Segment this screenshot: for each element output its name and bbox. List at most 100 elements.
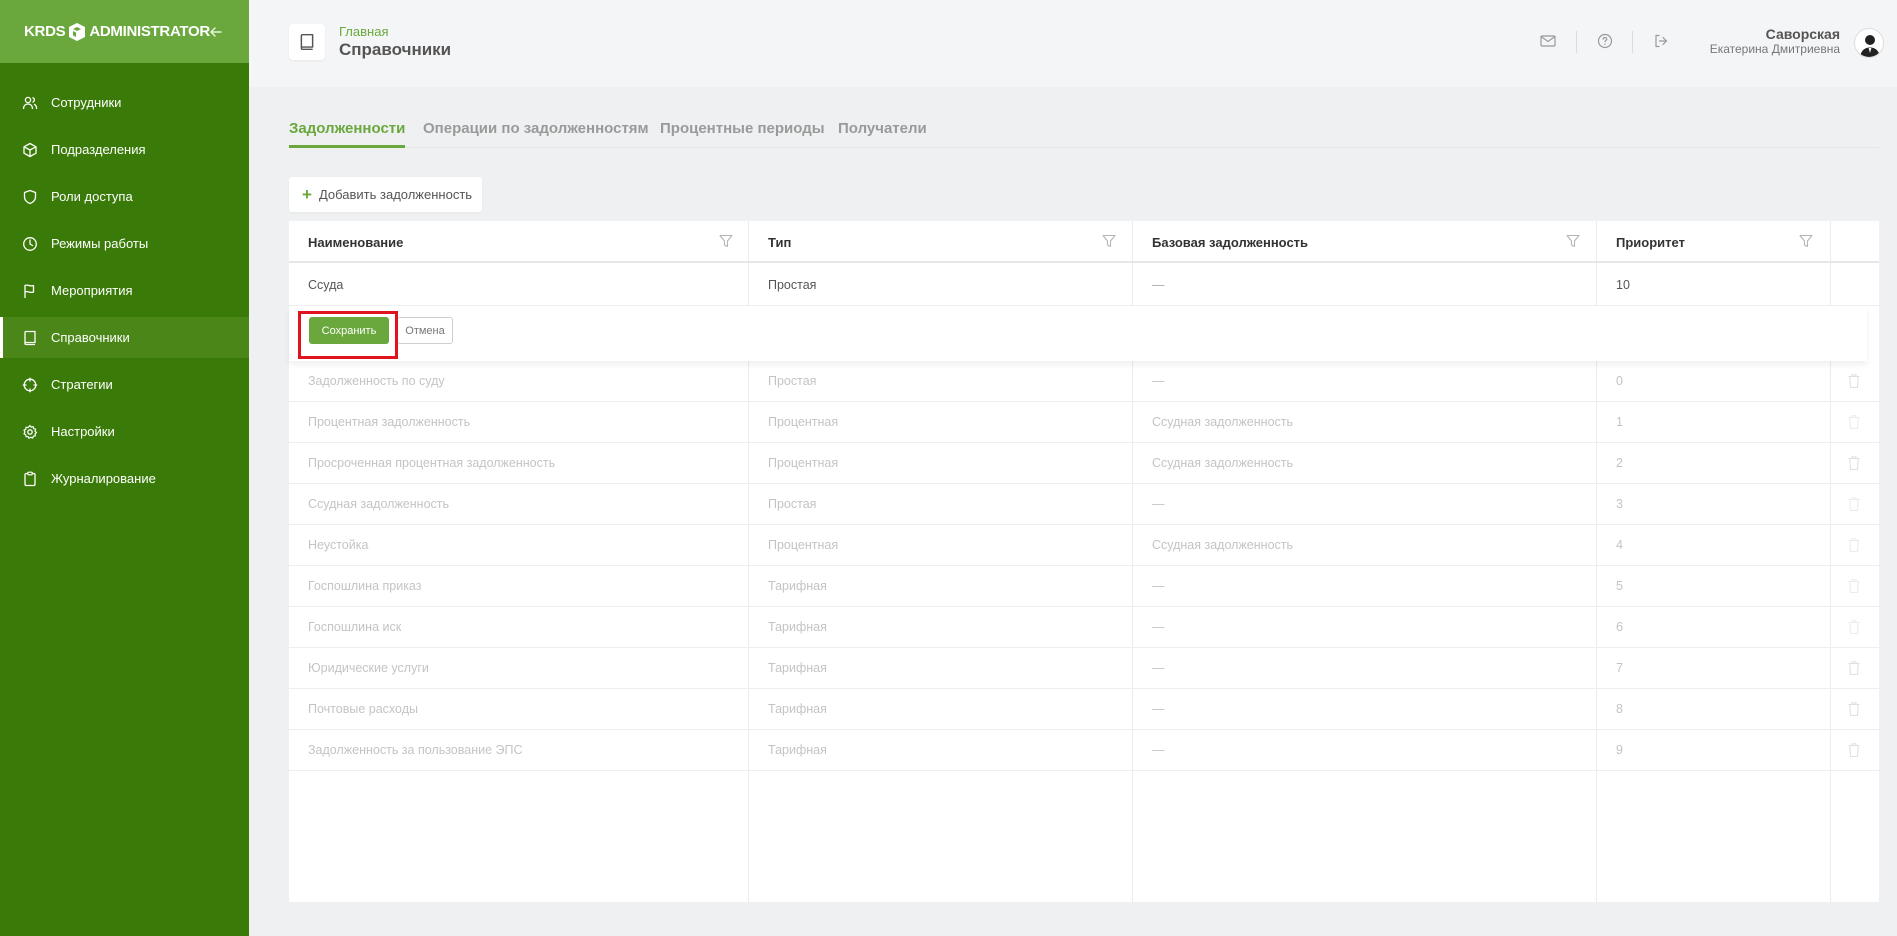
filter-icon[interactable] <box>719 234 733 248</box>
cell-name: Ссудная задолженность <box>308 497 450 511</box>
cell-base-debt: Ссудная задолженность <box>1152 456 1294 470</box>
sidebar-item-label: Стратегии <box>51 377 113 392</box>
cell-type: Тарифная <box>768 620 827 634</box>
user-avatar-icon <box>1860 35 1880 57</box>
cell-base-debt: — <box>1152 620 1165 634</box>
debts-table: Наименование Тип Базовая задолженность П… <box>289 221 1879 902</box>
arrow-left-icon <box>210 27 222 37</box>
crosshair-icon <box>22 377 38 393</box>
trash-icon[interactable] <box>1847 578 1861 594</box>
sidebar-item-access-roles[interactable]: Роли доступа <box>0 176 249 217</box>
sidebar-item-strategies[interactable]: Стратегии <box>0 364 249 405</box>
clock-icon <box>22 236 38 252</box>
cell-base-debt: — <box>1152 661 1165 675</box>
trash-icon[interactable] <box>1847 619 1861 635</box>
sidebar-item-employees[interactable]: Сотрудники <box>0 82 249 123</box>
logout-button[interactable] <box>1651 31 1671 51</box>
mail-icon <box>1540 35 1556 47</box>
logout-icon <box>1655 34 1668 48</box>
cell-base-debt: — <box>1152 374 1165 388</box>
sidebar-item-label: Роли доступа <box>51 189 133 204</box>
sidebar-item-events[interactable]: Мероприятия <box>0 270 249 311</box>
help-button[interactable] <box>1595 31 1615 51</box>
table-row[interactable]: Задолженность за пользование ЭПС Тарифна… <box>289 730 1879 771</box>
cell-name: Просроченная процентная задолженность <box>308 456 556 470</box>
shield-icon <box>22 189 38 205</box>
collapse-sidebar-button[interactable] <box>205 21 227 43</box>
sidebar: KRDS ADMINISTRATOR Сотрудники Подразделе… <box>0 0 249 936</box>
cell-base-debt: — <box>1152 579 1165 593</box>
tab-recipients[interactable]: Получатели <box>838 120 927 148</box>
help-icon <box>1597 33 1613 49</box>
sidebar-item-directories[interactable]: Справочники <box>0 317 249 358</box>
cell-type: Процентная <box>768 415 839 429</box>
plus-icon: + <box>302 185 312 204</box>
column-header-name: Наименование <box>308 235 404 250</box>
trash-icon[interactable] <box>1847 373 1861 389</box>
tab-debt-operations[interactable]: Операции по задолженностям <box>423 120 649 148</box>
cell-priority[interactable]: 10 <box>1616 278 1630 292</box>
trash-icon[interactable] <box>1847 537 1861 553</box>
header-divider <box>1576 31 1577 53</box>
tab-interest-periods[interactable]: Процентные периоды <box>660 120 825 148</box>
save-button[interactable]: Сохранить <box>309 317 389 344</box>
breadcrumb-home-link[interactable]: Главная <box>339 24 388 39</box>
table-row[interactable]: Госпошлина иск Тарифная — 6 <box>289 607 1879 648</box>
filter-icon[interactable] <box>1566 234 1580 248</box>
cancel-button[interactable]: Отмена <box>397 317 453 344</box>
table-row[interactable]: Процентная задолженность Процентная Ссуд… <box>289 402 1879 443</box>
cell-type[interactable]: Простая <box>768 278 816 292</box>
cell-type: Простая <box>768 497 817 511</box>
cell-name: Процентная задолженность <box>308 415 471 429</box>
logo-text-right: ADMINISTRATOR <box>89 23 210 40</box>
mail-button[interactable] <box>1538 31 1558 51</box>
trash-icon[interactable] <box>1847 496 1861 512</box>
table-row[interactable]: Госпошлина приказ Тарифная — 5 <box>289 566 1879 607</box>
cube-icon <box>22 142 38 158</box>
trash-icon[interactable] <box>1847 701 1861 717</box>
add-debt-label: Добавить задолженность <box>318 187 473 202</box>
table-row[interactable]: Неустойка Процентная Ссудная задолженнос… <box>289 525 1879 566</box>
table-row[interactable]: Почтовые расходы Тарифная — 8 <box>289 689 1879 730</box>
cell-name: Госпошлина иск <box>308 620 402 634</box>
add-debt-button[interactable]: + Добавить задолженность <box>289 177 482 212</box>
cell-priority: 0 <box>1616 374 1623 388</box>
trash-icon[interactable] <box>1847 660 1861 676</box>
cell-name: Госпошлина приказ <box>308 579 422 593</box>
cell-name: Задолженность за пользование ЭПС <box>308 743 523 757</box>
cell-priority: 5 <box>1616 579 1623 593</box>
sidebar-item-work-modes[interactable]: Режимы работы <box>0 223 249 264</box>
cell-type: Тарифная <box>768 579 827 593</box>
trash-icon[interactable] <box>1847 414 1861 430</box>
trash-icon[interactable] <box>1847 455 1861 471</box>
cell-base-debt: Ссудная задолженность <box>1152 415 1294 429</box>
filter-icon[interactable] <box>1102 234 1116 248</box>
table-row-editing[interactable]: Ссуда Простая — 10 <box>289 265 1879 306</box>
table-row[interactable]: Юридические услуги Тарифная — 7 <box>289 648 1879 689</box>
sidebar-item-departments[interactable]: Подразделения <box>0 129 249 170</box>
filter-icon[interactable] <box>1799 234 1813 248</box>
cell-priority: 7 <box>1616 661 1623 675</box>
table-row[interactable]: Задолженность по суду Простая — 0 <box>289 361 1879 402</box>
edit-actions-panel: Сохранить Отмена <box>289 306 1867 361</box>
sidebar-item-label: Журналирование <box>51 471 156 486</box>
cell-type: Тарифная <box>768 702 827 716</box>
cell-priority: 3 <box>1616 497 1623 511</box>
sidebar-header: KRDS ADMINISTRATOR <box>0 0 249 63</box>
cell-name[interactable]: Ссуда <box>308 278 343 292</box>
cell-priority: 8 <box>1616 702 1623 716</box>
sidebar-item-logging[interactable]: Журналирование <box>0 458 249 499</box>
tab-debts[interactable]: Задолженности <box>289 120 406 148</box>
sidebar-item-settings[interactable]: Настройки <box>0 411 249 452</box>
table-row[interactable]: Просроченная процентная задолженность Пр… <box>289 443 1879 484</box>
cell-base-debt[interactable]: — <box>1152 278 1165 292</box>
sidebar-nav: Сотрудники Подразделения Роли доступа Ре… <box>0 82 249 499</box>
user-avatar[interactable] <box>1854 28 1884 58</box>
cell-type: Процентная <box>768 456 839 470</box>
trash-icon[interactable] <box>1847 742 1861 758</box>
table-row[interactable]: Ссудная задолженность Простая — 3 <box>289 484 1879 525</box>
cell-priority: 1 <box>1616 415 1623 429</box>
cell-base-debt: Ссудная задолженность <box>1152 538 1294 552</box>
page-title: Справочники <box>339 40 452 59</box>
sidebar-item-label: Справочники <box>51 330 130 345</box>
